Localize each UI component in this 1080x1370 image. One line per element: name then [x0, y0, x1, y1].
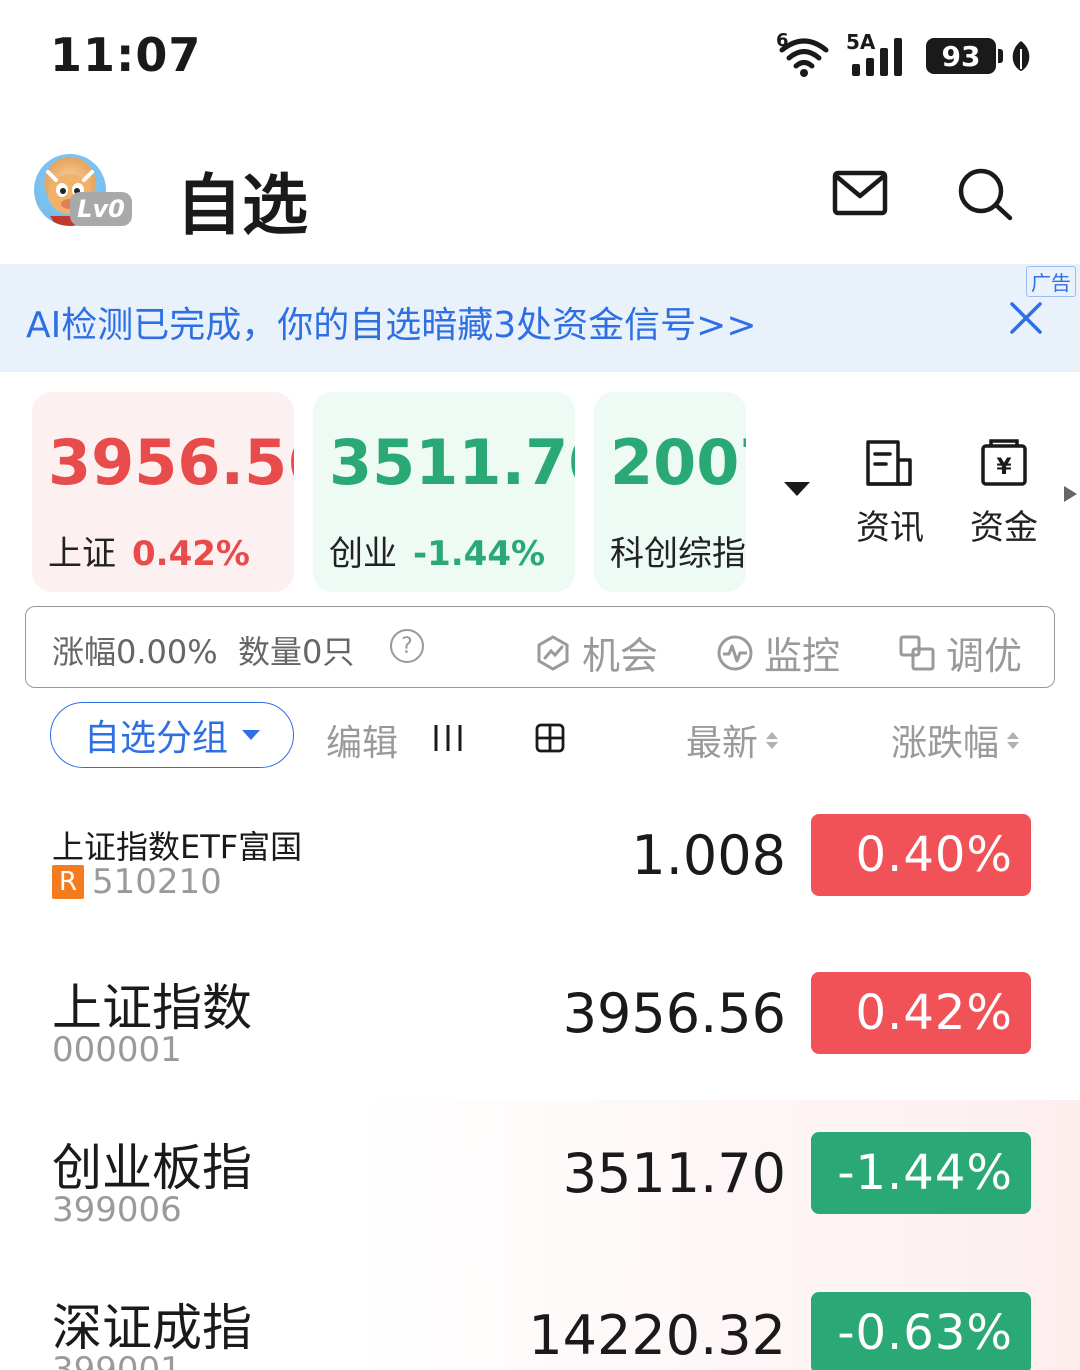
stock-code: R 510210 [52, 862, 222, 902]
index-change: 0.42% [132, 534, 250, 574]
index-name-text: 创业 [329, 534, 397, 574]
opportunity-button[interactable]: 机会 [534, 625, 658, 680]
funds-label: 资金 [970, 508, 1038, 548]
status-bar: 11:07 6 5A 93 [0, 0, 1080, 110]
index-card-star[interactable]: 2007 科创综指 [594, 392, 746, 592]
level-badge: Lv0 [70, 192, 132, 226]
grid-icon[interactable] [534, 722, 566, 754]
app-header: Lv0 自选 [0, 130, 1080, 260]
stock-price: 3956.56 [562, 982, 786, 1045]
change-stat: 涨幅0.00% [52, 633, 218, 671]
wifi-label: 6 [776, 30, 789, 51]
stock-code-text: 510210 [92, 862, 222, 902]
index-cards: 3956.56 上证 0.42% 3511.70 创业 -1.44% 2007 科创… [0, 390, 1080, 595]
stock-code: 399001 [52, 1350, 182, 1370]
help-icon[interactable]: ? [390, 629, 424, 663]
page-title: 自选 [176, 167, 308, 244]
sort-icon [766, 731, 779, 749]
wifi-icon: 6 [776, 30, 832, 78]
optimize-button[interactable]: 调优 [898, 625, 1022, 680]
stock-change[interactable]: 0.40% [811, 814, 1031, 896]
chevron-down-icon[interactable] [784, 482, 810, 496]
index-name-text: 科创综指 [610, 534, 746, 574]
news-icon [866, 440, 912, 486]
stock-price: 3511.70 [562, 1142, 786, 1205]
index-card-chinext[interactable]: 3511.70 创业 -1.44% [313, 392, 575, 592]
stock-price: 1.008 [631, 824, 786, 887]
index-name: 创业 -1.44% [329, 526, 545, 575]
edit-button[interactable]: 编辑 [326, 714, 398, 766]
stock-code: 000001 [52, 1030, 182, 1070]
list-header: 自选分组 编辑 最新 涨跌幅 [0, 700, 1080, 776]
index-value: 3956.56 [48, 426, 294, 499]
news-label: 资讯 [856, 508, 924, 548]
funds-button[interactable]: ¥ 资金 [959, 438, 1049, 549]
table-row[interactable]: 创业板指 399006 3511.70 -1.44% [0, 1100, 1080, 1260]
monitor-label: 监控 [764, 634, 841, 678]
columns-icon[interactable] [432, 722, 464, 754]
status-icons: 6 5A 93 [776, 30, 1032, 78]
sort-icon [1007, 731, 1020, 749]
leaf-icon [1012, 41, 1030, 71]
caret-down-icon [242, 730, 260, 740]
optimize-label: 调优 [946, 634, 1023, 678]
stock-code: 399006 [52, 1190, 182, 1230]
index-value: 3511.70 [329, 426, 575, 499]
opportunity-icon [537, 634, 569, 671]
monitor-button[interactable]: 监控 [716, 625, 840, 680]
stock-change[interactable]: -0.63% [811, 1292, 1031, 1370]
monitor-icon [717, 635, 753, 670]
news-button[interactable]: 资讯 [845, 438, 935, 549]
group-label: 自选分组 [83, 718, 228, 759]
svg-text:¥: ¥ [996, 455, 1012, 480]
chevron-right-icon[interactable] [1064, 486, 1077, 502]
table-row[interactable]: 深证成指 399001 14220.32 -0.63% [0, 1260, 1080, 1370]
sort-latest[interactable]: 最新 [686, 714, 779, 766]
index-change: -1.44% [413, 534, 546, 574]
search-icon[interactable] [955, 166, 1015, 222]
group-selector[interactable]: 自选分组 [50, 702, 294, 768]
stock-code-text: 399001 [52, 1350, 182, 1370]
ad-banner[interactable]: AI检测已完成，你的自选暗藏3处资金信号>> 广告 [0, 264, 1080, 372]
opportunity-label: 机会 [582, 634, 659, 678]
index-name: 上证 0.42% [48, 526, 250, 575]
watchlist-toolbar: 涨幅0.00% 数量0只 ? 机会 监控 调优 [25, 606, 1055, 688]
index-name-text: 上证 [48, 534, 116, 574]
signal-label: 5A [846, 30, 876, 54]
index-value: 2007 [610, 426, 746, 499]
sort-change[interactable]: 涨跌幅 [891, 714, 1020, 766]
optimize-icon [899, 635, 935, 670]
r-badge: R [52, 865, 84, 899]
index-name: 科创综指 [610, 526, 746, 575]
sort-latest-label: 最新 [686, 723, 759, 764]
cell-signal-icon: 5A [846, 30, 912, 78]
sort-change-label: 涨跌幅 [891, 723, 1000, 764]
table-row[interactable]: 上证指数 000001 3956.56 0.42% [0, 940, 1080, 1100]
stock-code-text: 000001 [52, 1030, 182, 1070]
mail-icon[interactable] [832, 170, 888, 216]
ad-text[interactable]: AI检测已完成，你的自选暗藏3处资金信号>> [26, 296, 756, 348]
stock-code-text: 399006 [52, 1190, 182, 1230]
stock-change[interactable]: 0.42% [811, 972, 1031, 1054]
battery-icon: 93 [926, 38, 1003, 74]
close-icon[interactable] [1008, 300, 1044, 336]
ad-tag: 广告 [1026, 266, 1076, 297]
status-time: 11:07 [50, 28, 202, 82]
stock-change[interactable]: -1.44% [811, 1132, 1031, 1214]
stock-price: 14220.32 [528, 1304, 786, 1367]
table-row[interactable]: 上证指数ETF富国 R 510210 1.008 0.40% [0, 780, 1080, 940]
index-card-shanghai[interactable]: 3956.56 上证 0.42% [32, 392, 294, 592]
count-stat: 数量0只 [238, 633, 355, 671]
funds-icon: ¥ [981, 439, 1027, 486]
